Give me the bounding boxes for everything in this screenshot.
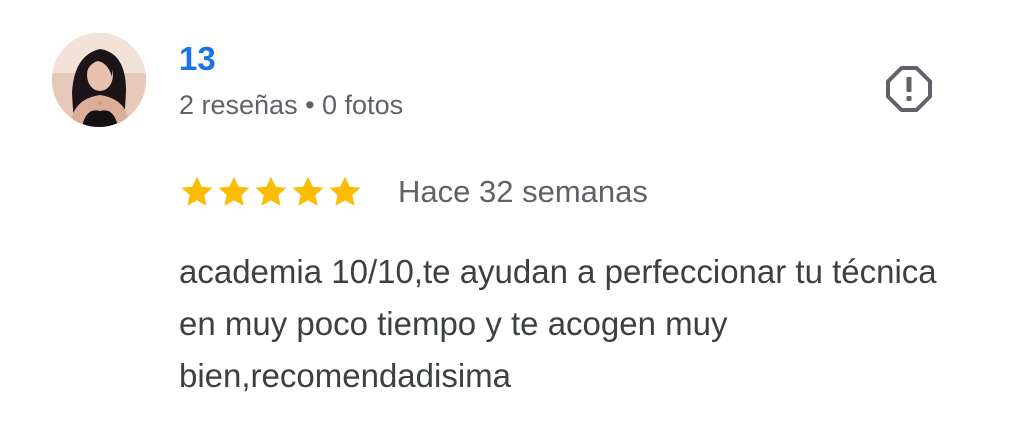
avatar-photo bbox=[52, 33, 146, 127]
star-icon bbox=[181, 176, 213, 206]
rating-row: Hace 32 semanas bbox=[179, 172, 648, 212]
star-icon bbox=[218, 176, 250, 206]
author-avatar[interactable] bbox=[52, 33, 146, 127]
report-icon[interactable] bbox=[884, 64, 934, 114]
star-icon bbox=[255, 176, 287, 206]
author-name[interactable]: 13 bbox=[179, 38, 216, 80]
star-rating bbox=[179, 174, 364, 210]
review-text: academia 10/10,te ayudan a perfeccionar … bbox=[179, 253, 937, 394]
review-time: Hace 32 semanas bbox=[398, 174, 648, 209]
author-stats: 2 reseñas • 0 fotos bbox=[179, 90, 404, 120]
star-icon bbox=[329, 176, 361, 206]
star-icon bbox=[292, 176, 324, 206]
